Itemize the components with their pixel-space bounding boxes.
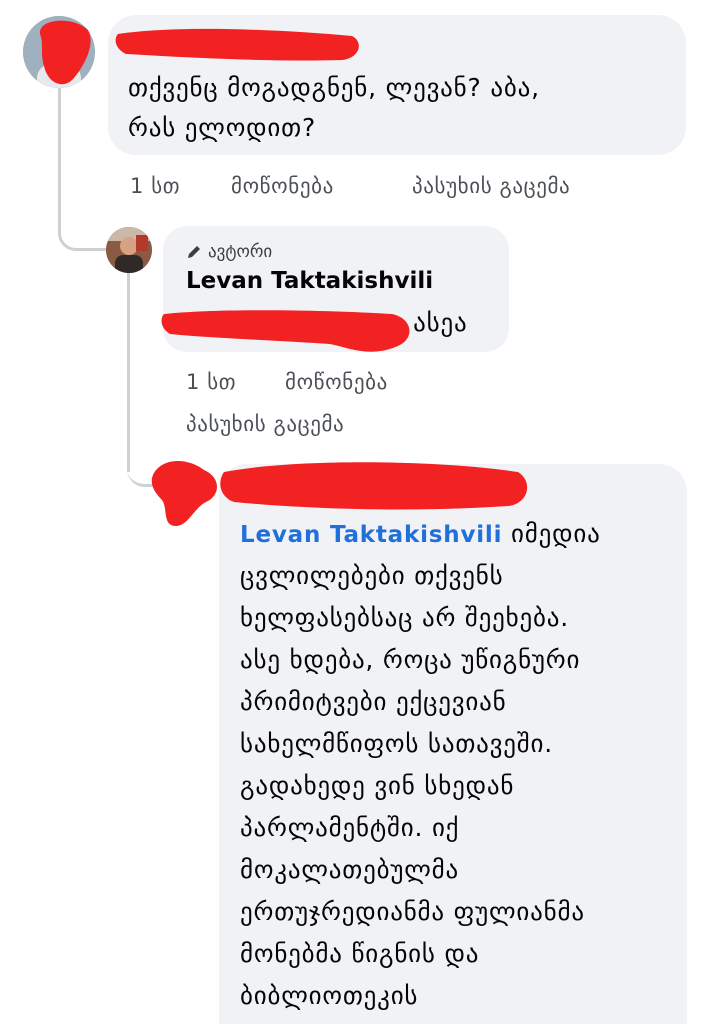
comment-1-reply-button[interactable]: პასუხის გაცემა [412, 174, 570, 198]
comment-3-line-2: ხელფასებსაც არ შეეხება. [240, 603, 569, 632]
comment-3-line-7: პარლამენტში. იქ [240, 813, 460, 842]
comment-2-like-button[interactable]: მოწონება [285, 370, 388, 394]
comment-3-line-1: ცვლილებები თქვენს [240, 561, 504, 590]
redaction-name-3 [218, 458, 530, 514]
comment-3-line-9: ერთუჯრედიანმა ფულიანმა [240, 897, 585, 926]
comment-3-line-11: ბიბლიოთეკის [240, 981, 419, 1010]
comment-3-first-line-text: იმედია [511, 519, 601, 548]
comment-1-timestamp[interactable]: 1 სთ [130, 174, 180, 198]
redaction-mention-2 [160, 304, 416, 356]
author-badge: ავტორი [186, 242, 272, 262]
comment-3-line-10: მონებმა წიგნის და [240, 939, 480, 968]
thread-connector-top [58, 88, 109, 251]
comment-2-text: ასეა [413, 308, 468, 337]
redaction-avatar-3 [148, 456, 224, 528]
comment-3-line-3: ასე ხდება, როცა უწიგნური [240, 645, 581, 674]
comment-3-line-5: სახელმწიფოს სათავეში. [240, 729, 553, 758]
comment-3-line-6: გადახედე ვინ სხედან [240, 771, 515, 800]
pencil-icon [186, 244, 202, 260]
comment-1-like-button[interactable]: მოწონება [231, 174, 334, 198]
comment-3-mention[interactable]: Levan Taktakishvili [240, 522, 502, 548]
comment-1-line-1: თქვენც მოგადგნენ, ლევან? აბა, [128, 73, 540, 102]
comment-thread: თქვენც მოგადგნენ, ლევან? აბა, რას ელოდით… [0, 0, 709, 1024]
comment-2-author-name[interactable]: Levan Taktakishvili [186, 268, 433, 294]
comment-2-timestamp[interactable]: 1 სთ [186, 370, 236, 394]
redaction-avatar-1 [34, 14, 94, 88]
comment-1-line-2: რას ელოდით? [128, 113, 317, 142]
comment-3-line-4: პრიმიტვები ექცევიან [240, 687, 507, 716]
redaction-name-1 [112, 18, 362, 64]
comment-3-first-line: Levan Taktakishvili იმედია [240, 514, 601, 555]
author-avatar[interactable] [106, 227, 152, 273]
comment-3-line-8: მოკალათებულმა [240, 855, 459, 884]
author-badge-label: ავტორი [208, 242, 273, 262]
comment-2-reply-button[interactable]: პასუხის გაცემა [186, 412, 344, 436]
